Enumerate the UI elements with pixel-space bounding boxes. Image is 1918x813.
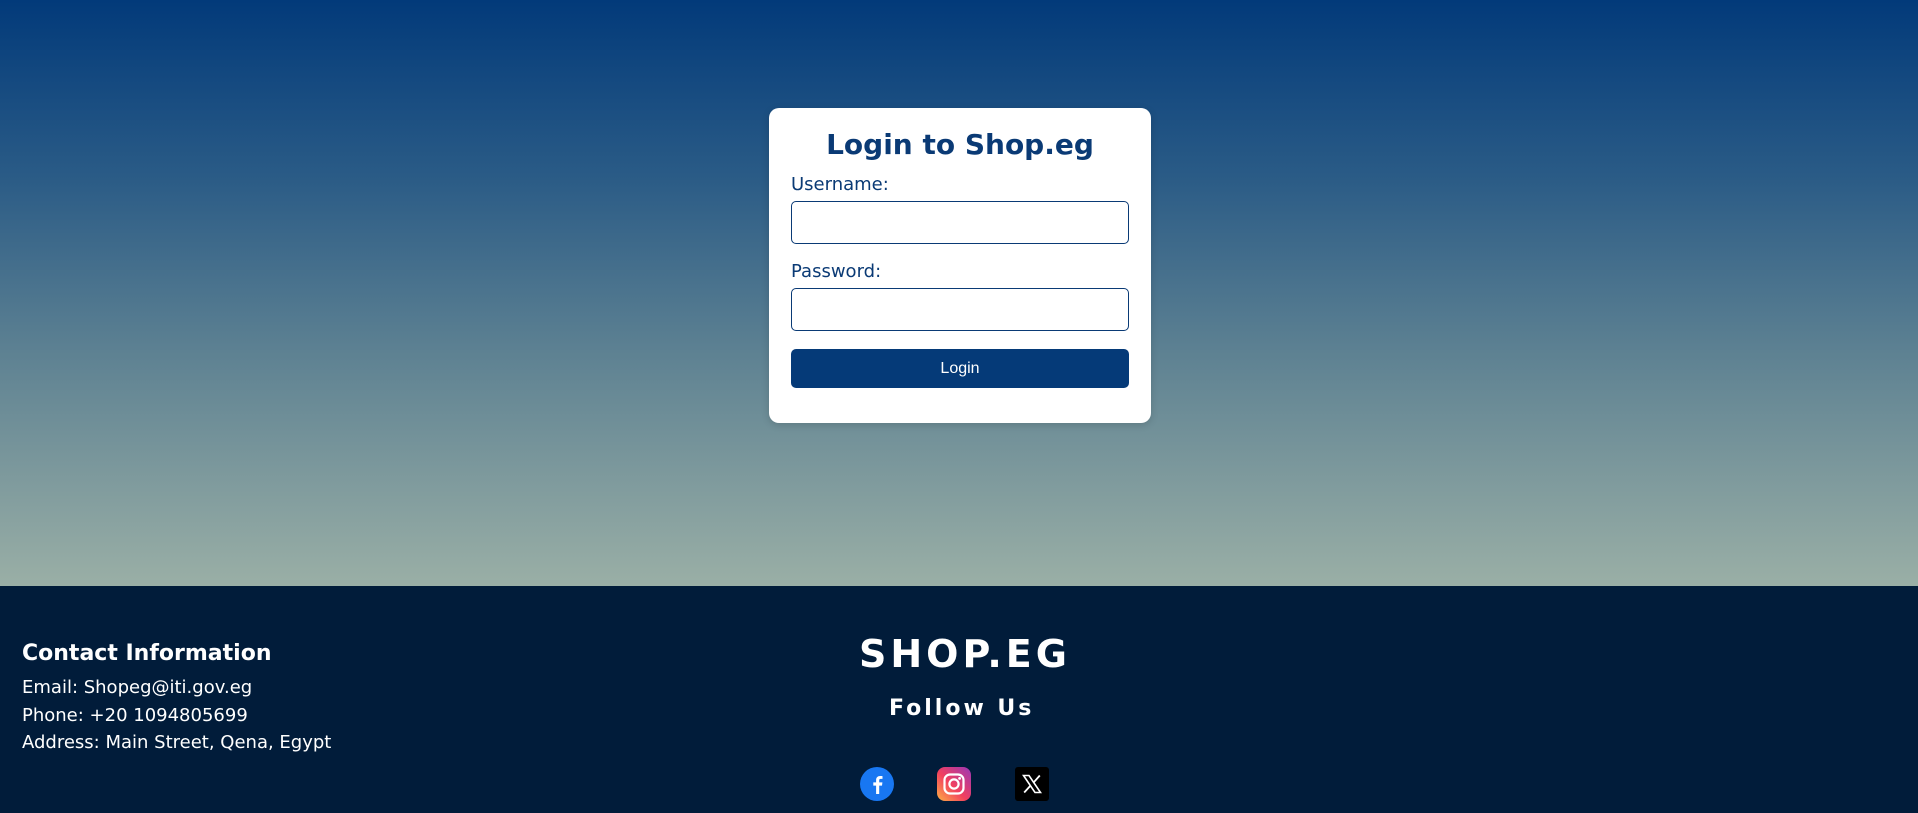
contact-email: Email: Shopeg@iti.gov.eg xyxy=(22,677,253,698)
login-card: Login to Shop.eg Username: Password: Log… xyxy=(769,108,1151,423)
contact-title: Contact Information xyxy=(22,641,272,666)
login-button[interactable]: Login xyxy=(791,349,1129,388)
password-input[interactable] xyxy=(791,288,1129,331)
contact-address: Address: Main Street, Qena, Egypt xyxy=(22,732,332,753)
brand-name: SHOP.EG xyxy=(859,632,1071,676)
login-title: Login to Shop.eg xyxy=(826,128,1094,161)
contact-phone: Phone: +20 1094805699 xyxy=(22,704,248,726)
x-icon xyxy=(1015,767,1049,801)
username-input[interactable] xyxy=(791,201,1129,244)
x-link[interactable] xyxy=(1015,767,1049,801)
username-label: Username: xyxy=(791,174,889,195)
footer: Contact Information Email: Shopeg@iti.go… xyxy=(0,586,1918,813)
facebook-link[interactable] xyxy=(860,767,894,801)
instagram-icon xyxy=(937,767,971,801)
instagram-link[interactable] xyxy=(937,767,971,801)
facebook-icon xyxy=(860,767,894,801)
hero-background: Login to Shop.eg Username: Password: Log… xyxy=(0,0,1918,586)
page: Login to Shop.eg Username: Password: Log… xyxy=(0,0,1918,813)
contact-information: Contact Information Email: Shopeg@iti.go… xyxy=(22,640,331,757)
follow-us-heading: Follow Us xyxy=(889,696,1035,721)
password-label: Password: xyxy=(791,261,882,282)
